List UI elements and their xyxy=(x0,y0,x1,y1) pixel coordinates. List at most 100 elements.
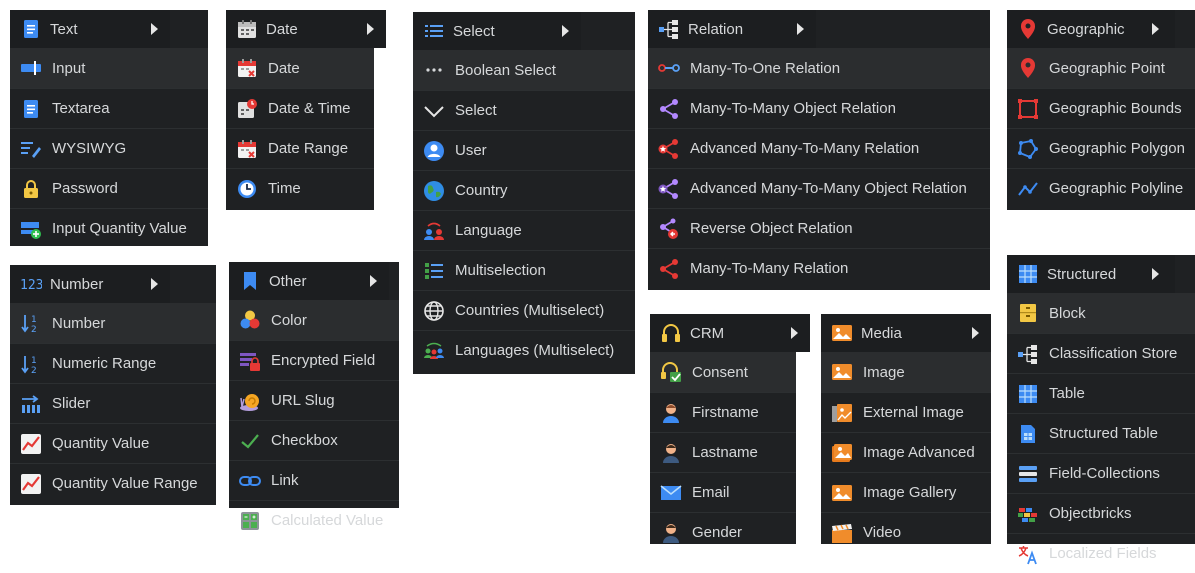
menu-item-label: WYSIWYG xyxy=(52,140,127,157)
menu-item-user[interactable]: User xyxy=(413,130,635,170)
menu-item-time[interactable]: Time xyxy=(226,168,374,208)
menu-item-label: Quantity Value Range xyxy=(52,475,198,492)
menu-item-structured-table[interactable]: Structured Table xyxy=(1007,413,1195,453)
menu-item-country[interactable]: Country xyxy=(413,170,635,210)
menu-item-localized-fields[interactable]: Localized Fields xyxy=(1007,533,1195,573)
menu-item-block[interactable]: Block xyxy=(1007,293,1195,333)
menu-item-advanced-many-to-many-relation[interactable]: Advanced Many-To-Many Relation xyxy=(648,128,990,168)
menu-item-geographic-polyline[interactable]: Geographic Polyline xyxy=(1007,168,1195,208)
relation-icon xyxy=(1017,343,1039,365)
menu-item-classification-store[interactable]: Classification Store xyxy=(1007,333,1195,373)
menu-item-password[interactable]: Password xyxy=(10,168,208,208)
menu-item-input-quantity-value[interactable]: Input Quantity Value xyxy=(10,208,208,248)
menu-header-media[interactable]: Media xyxy=(821,314,991,352)
menu-item-label: Calculated Value xyxy=(271,512,384,529)
menu-item-image-gallery[interactable]: Image Gallery xyxy=(821,472,991,512)
translate-icon xyxy=(1017,543,1039,565)
menu-title: Other xyxy=(269,272,307,290)
menu-item-textarea[interactable]: Textarea xyxy=(10,88,208,128)
menu-item-numeric-range[interactable]: 1 2 Numeric Range xyxy=(10,343,216,383)
menu-item-label: Color xyxy=(271,311,307,329)
menu-header-relation[interactable]: Relation xyxy=(648,10,816,48)
menu-item-input[interactable]: Input xyxy=(10,48,208,88)
menu-item-number[interactable]: 1 2 Number xyxy=(10,303,216,343)
menu-item-label: Geographic Point xyxy=(1049,59,1165,77)
block-icon xyxy=(1017,302,1039,324)
menu-item-field-collections[interactable]: Field-Collections xyxy=(1007,453,1195,493)
menu-item-quantity-value-range[interactable]: Quantity Value Range xyxy=(10,463,216,503)
quantity-icon xyxy=(20,433,42,455)
menu-item-firstname[interactable]: Firstname xyxy=(650,392,796,432)
bookmark-icon xyxy=(239,270,261,292)
menu-header-text[interactable]: Text xyxy=(10,10,170,48)
menu-header-geographic[interactable]: Geographic xyxy=(1007,10,1175,48)
menu-item-geographic-point[interactable]: Geographic Point xyxy=(1007,48,1195,88)
menu-item-date-range[interactable]: Date Range xyxy=(226,128,374,168)
menu-header-crm[interactable]: CRM xyxy=(650,314,810,352)
menu-item-label: Boolean Select xyxy=(455,61,556,79)
menu-item-label: Image xyxy=(863,363,905,381)
languages-icon xyxy=(423,340,445,362)
menu-item-label: Textarea xyxy=(52,100,110,117)
menu-header-select[interactable]: Select xyxy=(413,12,581,50)
menu-item-image[interactable]: Image xyxy=(821,352,991,392)
menu-item-label: Link xyxy=(271,472,299,489)
menu-item-slider[interactable]: Slider xyxy=(10,383,216,423)
menu-header-structured[interactable]: Structured xyxy=(1007,255,1175,293)
input-icon xyxy=(20,57,42,79)
menu-item-date-time[interactable]: Date & Time xyxy=(226,88,374,128)
menu-item-email[interactable]: Email xyxy=(650,472,796,512)
menu-select: Select Boolean Select Select User Countr… xyxy=(413,12,635,374)
menu-item-color[interactable]: Color xyxy=(229,300,399,340)
menu-item-select[interactable]: Select xyxy=(413,90,635,130)
globe-icon xyxy=(423,180,445,202)
grid-icon xyxy=(1017,383,1039,405)
menu-item-geographic-bounds[interactable]: Geographic Bounds xyxy=(1007,88,1195,128)
menu-number: 123 Number 1 2 Number 1 2 Numeric Range Slid… xyxy=(10,265,216,505)
menu-item-wysiwyg[interactable]: WYSIWYG xyxy=(10,128,208,168)
menu-item-label: Country xyxy=(455,182,508,199)
menu-item-url-slug[interactable]: URL Slug xyxy=(229,380,399,420)
menu-item-video[interactable]: Video xyxy=(821,512,991,552)
menu-header-date[interactable]: Date xyxy=(226,10,386,48)
textarea-icon xyxy=(20,98,42,120)
menu-item-objectbricks[interactable]: Objectbricks xyxy=(1007,493,1195,533)
menu-item-table[interactable]: Table xyxy=(1007,373,1195,413)
menu-item-label: URL Slug xyxy=(271,392,335,409)
menu-item-calculated-value[interactable]: Calculated Value xyxy=(229,500,399,540)
menu-item-label: Geographic Bounds xyxy=(1049,100,1182,117)
menu-item-label: Advanced Many-To-Many Relation xyxy=(690,140,920,157)
menu-header-number[interactable]: 123 Number xyxy=(10,265,170,303)
menu-item-countries-multiselect[interactable]: Countries (Multiselect) xyxy=(413,290,635,330)
menu-item-label: Select xyxy=(455,102,497,119)
relation-icon xyxy=(658,18,680,40)
menu-item-external-image[interactable]: External Image xyxy=(821,392,991,432)
calculator-icon xyxy=(239,510,261,532)
password-icon xyxy=(20,178,42,200)
menu-item-consent[interactable]: Consent xyxy=(650,352,796,392)
clock-icon xyxy=(236,178,258,200)
menu-item-many-to-one-relation[interactable]: Many-To-One Relation xyxy=(648,48,990,88)
menu-item-label: Consent xyxy=(692,363,748,381)
menu-item-label: Many-To-Many Relation xyxy=(690,260,849,277)
submenu-arrow-icon xyxy=(1152,23,1159,35)
menu-item-encrypted-field[interactable]: Encrypted Field xyxy=(229,340,399,380)
menu-item-image-advanced[interactable]: Image Advanced xyxy=(821,432,991,472)
menu-header-other[interactable]: Other xyxy=(229,262,389,300)
menu-item-boolean-select[interactable]: Boolean Select xyxy=(413,50,635,90)
menu-item-lastname[interactable]: Lastname xyxy=(650,432,796,472)
menu-item-language[interactable]: Language xyxy=(413,210,635,250)
menu-item-gender[interactable]: Gender xyxy=(650,512,796,552)
menu-item-link[interactable]: Link xyxy=(229,460,399,500)
menu-item-many-to-many-relation[interactable]: Many-To-Many Relation xyxy=(648,248,990,288)
menu-item-languages-multiselect[interactable]: Languages (Multiselect) xyxy=(413,330,635,370)
marker-icon xyxy=(1017,57,1039,79)
menu-item-many-to-many-object-relation[interactable]: Many-To-Many Object Relation xyxy=(648,88,990,128)
menu-item-geographic-polygon[interactable]: Geographic Polygon xyxy=(1007,128,1195,168)
menu-item-reverse-object-relation[interactable]: Reverse Object Relation xyxy=(648,208,990,248)
menu-item-multiselection[interactable]: Multiselection xyxy=(413,250,635,290)
menu-item-checkbox[interactable]: Checkbox xyxy=(229,420,399,460)
menu-item-date[interactable]: Date xyxy=(226,48,374,88)
menu-item-quantity-value[interactable]: Quantity Value xyxy=(10,423,216,463)
menu-item-advanced-many-to-many-object-relation[interactable]: Advanced Many-To-Many Object Relation xyxy=(648,168,990,208)
